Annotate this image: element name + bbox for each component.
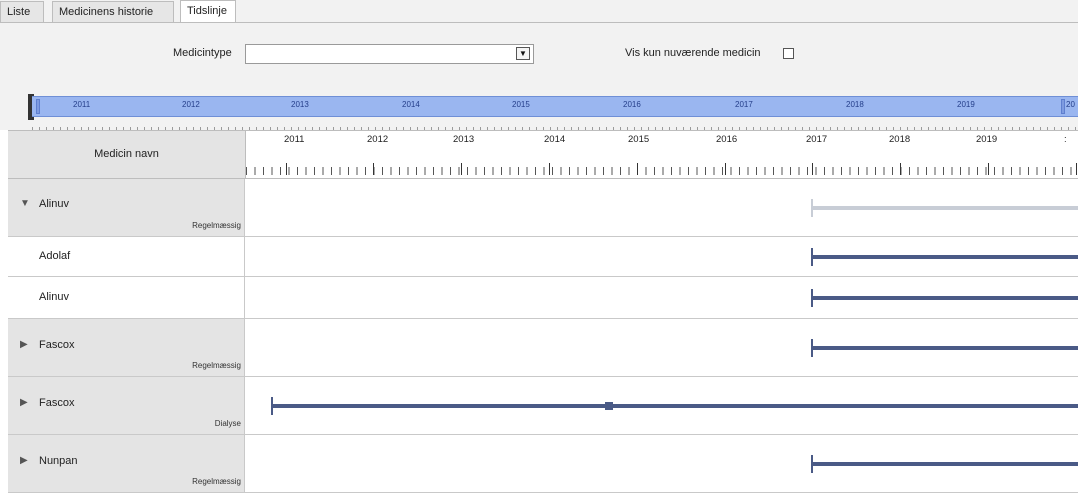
axis-year-label: 2011 (284, 134, 305, 145)
medicine-type: Regelmæssig (192, 221, 241, 230)
medicine-name: Fascox (39, 397, 75, 409)
row-label-cell: ▶ Nunpan Regelmæssig (8, 435, 245, 492)
overview-year-label: 2011 (73, 100, 91, 109)
timeline-window: Liste Medicinens historie Tidslinje Medi… (0, 0, 1078, 495)
period-start-marker (811, 199, 814, 217)
medicine-type: Regelmæssig (192, 361, 241, 370)
chevron-down-icon[interactable]: ▼ (516, 47, 530, 60)
period-start-marker (811, 289, 814, 307)
timeline-overview[interactable]: 2011 2012 2013 2014 2015 2016 2017 2018 … (0, 70, 1078, 131)
overview-left-handle[interactable] (36, 99, 40, 114)
row-label-cell: ▶ Fascox Dialyse (8, 377, 245, 434)
medicine-name: Alinuv (39, 198, 69, 210)
row-label-cell: ▶ Fascox Regelmæssig (8, 319, 245, 376)
axis-major-tick (1076, 163, 1077, 175)
medication-period-bar[interactable] (811, 206, 1078, 210)
filter-panel: Medicintype ▼ Vis kun nuværende medicin (0, 22, 1078, 71)
medicine-name-column-header[interactable]: Medicin navn (8, 130, 245, 179)
tab-bar: Liste Medicinens historie Tidslinje (0, 0, 1078, 23)
overview-year-label: 2015 (512, 100, 530, 109)
axis-year-label: 2014 (544, 134, 566, 145)
medicine-type: Regelmæssig (192, 477, 241, 486)
axis-major-tick (900, 163, 901, 175)
timeline-axis: 2011 2012 2013 2014 2015 2016 2017 2018 … (245, 130, 1078, 179)
axis-major-tick (988, 163, 989, 175)
overview-year-label: 2017 (735, 100, 753, 109)
axis-major-tick (549, 163, 550, 175)
medicine-name: Fascox (39, 339, 75, 351)
overview-year-label: 2018 (846, 100, 864, 109)
axis-major-tick (461, 163, 462, 175)
axis-year-label: 2012 (367, 134, 389, 145)
collapsed-arrow-icon[interactable]: ▶ (20, 455, 28, 466)
axis-major-tick (725, 163, 726, 175)
expanded-arrow-icon[interactable]: ▼ (20, 198, 30, 209)
medicine-type: Dialyse (214, 419, 241, 428)
axis-major-tick (812, 163, 813, 175)
period-start-marker (811, 455, 814, 473)
medicine-name: Adolaf (39, 250, 71, 262)
overview-right-handle[interactable] (1061, 99, 1065, 114)
tab-liste[interactable]: Liste (0, 1, 44, 22)
medication-period-bar[interactable] (271, 404, 1078, 408)
axis-major-tick (637, 163, 638, 175)
tab-medicinens-historie[interactable]: Medicinens historie (52, 1, 174, 22)
overview-year-label: 2019 (957, 100, 975, 109)
medicine-name: Nunpan (39, 455, 78, 467)
dose-change-marker[interactable] (605, 402, 614, 410)
medication-period-bar[interactable] (811, 255, 1078, 259)
overview-year-label: 2012 (182, 100, 200, 109)
period-start-marker (811, 248, 814, 266)
period-start-marker (811, 339, 814, 357)
axis-tick-marks (246, 167, 1078, 175)
medication-period-bar[interactable] (811, 462, 1078, 466)
axis-year-label: 2017 (806, 134, 828, 145)
vis-kun-checkbox[interactable] (783, 48, 794, 59)
period-start-marker (271, 397, 274, 415)
axis-major-tick (286, 163, 287, 175)
vis-kun-label: Vis kun nuværende medicin (625, 47, 761, 59)
overview-year-label: 2013 (291, 100, 309, 109)
column-header-title: Medicin navn (94, 148, 159, 160)
overview-year-label: 2016 (623, 100, 641, 109)
medicintype-select[interactable]: ▼ (245, 44, 534, 64)
axis-year-label: 2019 (976, 134, 998, 145)
axis-year-label: : (1064, 134, 1067, 145)
medication-period-bar[interactable] (811, 346, 1078, 350)
tab-tidslinje[interactable]: Tidslinje (180, 0, 236, 23)
row-label-cell: ▼ Alinuv Regelmæssig (8, 179, 245, 236)
medicine-name: Alinuv (39, 291, 69, 303)
axis-year-label: 2015 (628, 134, 650, 145)
axis-major-tick (373, 163, 374, 175)
row-label-cell: Adolaf (8, 237, 245, 276)
overview-year-label: 2014 (402, 100, 420, 109)
overview-year-label: 20 (1066, 100, 1075, 109)
row-label-cell: Alinuv (8, 277, 245, 318)
collapsed-arrow-icon[interactable]: ▶ (20, 339, 28, 350)
medicintype-label: Medicintype (173, 47, 232, 59)
axis-year-label: 2018 (889, 134, 911, 145)
collapsed-arrow-icon[interactable]: ▶ (20, 397, 28, 408)
axis-year-label: 2016 (716, 134, 738, 145)
medication-period-bar[interactable] (811, 296, 1078, 300)
axis-year-label: 2013 (453, 134, 475, 145)
